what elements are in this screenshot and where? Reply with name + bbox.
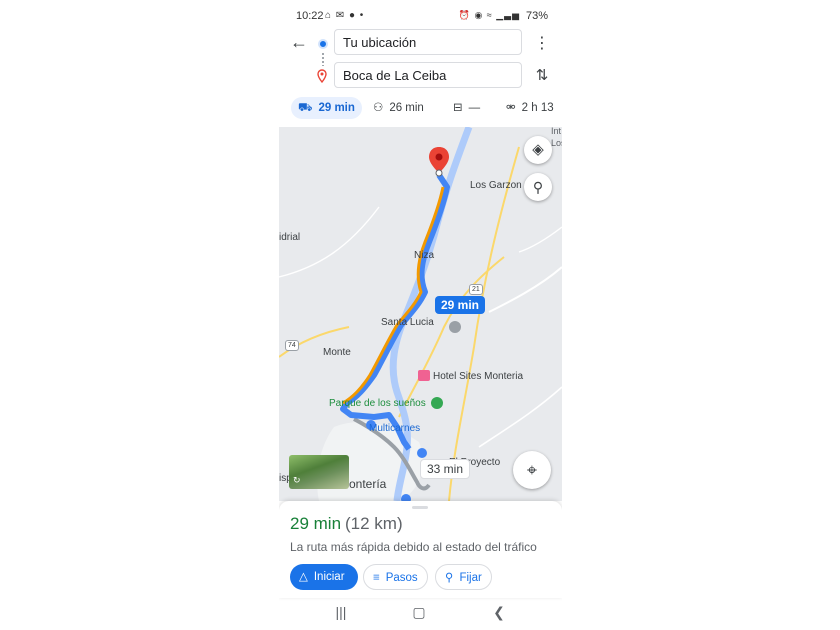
mode-tab-motorcycle[interactable]: ⚇ 26 min <box>366 97 431 119</box>
swap-icon[interactable]: ⇅ <box>534 66 550 84</box>
recent-apps-icon[interactable]: ||| <box>329 604 353 620</box>
phone-screen: 10:22 ⌂ ✉ ● • ⏰ ◉ ≈ ▁▃▅ 73% ← Tu ubicaci… <box>279 0 562 630</box>
route-distance: (12 km) <box>345 514 403 533</box>
steps-button[interactable]: ≡ Pasos <box>363 564 428 590</box>
map-label-niza: Niza <box>414 250 435 261</box>
layers-icon[interactable]: ◈ <box>524 136 552 164</box>
destination-pin-icon <box>317 69 327 83</box>
walk-icon: ⚮ <box>506 102 516 114</box>
mode-tab-car[interactable]: ⛟ 29 min <box>291 97 362 119</box>
travel-mode-tabs: ⛟ 29 min ⚇ 26 min ⊟ — ⚮ 2 h 13 <box>279 97 562 121</box>
map-label-monte: Monte <box>323 347 351 358</box>
battery-level: 73% <box>525 10 548 22</box>
pin-icon: ⚲ <box>445 572 454 584</box>
mode-tab-transit[interactable]: ⊟ — <box>446 97 487 119</box>
map-label-santa-lucia: Santa Lucia <box>381 317 434 328</box>
list-icon: ≡ <box>373 572 380 584</box>
start-button[interactable]: △ Iniciar <box>290 564 358 590</box>
pin-label: Fijar <box>459 572 482 584</box>
navigation-arrow-icon: △ <box>299 571 308 583</box>
route-summary-sheet: 29 min (12 km) La ruta más rápida debido… <box>279 501 562 598</box>
map-view[interactable]: Int Los Los Garzon idrial Niza 21 Santa … <box>279 127 562 501</box>
mode-transit-label: — <box>468 102 481 114</box>
route-description: La ruta más rápida debido al estado del … <box>290 540 537 554</box>
mode-tab-walk[interactable]: ⚮ 2 h 13 <box>499 97 561 119</box>
route-connector <box>322 52 324 66</box>
map-label-edge-int: Int <box>551 127 562 136</box>
street-view-icon: ↻ <box>293 475 301 485</box>
origin-dot-icon <box>318 39 328 49</box>
status-bar: 10:22 ⌂ ✉ ● • ⏰ ◉ ≈ ▁▃▅ 73% <box>279 6 562 26</box>
sheet-drag-handle[interactable] <box>412 506 428 509</box>
motorcycle-icon: ⚇ <box>373 102 384 114</box>
car-icon: ⛟ <box>298 102 313 114</box>
status-time: 10:22 <box>296 10 324 22</box>
mode-car-label: 29 min <box>318 102 355 114</box>
nav-back-icon[interactable]: ❮ <box>487 604 511 621</box>
map-label-multicarnes[interactable]: Multicarnes <box>369 423 420 434</box>
mode-walk-label: 2 h 13 <box>521 102 554 114</box>
street-view-thumbnail[interactable]: ↻ <box>289 455 349 489</box>
road-shield-74: 74 <box>285 340 299 351</box>
home-icon[interactable]: ▢ <box>407 604 431 621</box>
steps-label: Pasos <box>385 572 418 584</box>
more-options-icon[interactable]: ⋮ <box>534 33 550 53</box>
map-label-edge-los: Los <box>551 138 562 148</box>
start-label: Iniciar <box>313 571 345 583</box>
route-duration: 29 min <box>290 514 342 533</box>
map-label-vidrial: idrial <box>279 232 301 243</box>
origin-input[interactable]: Tu ubicación <box>334 29 522 55</box>
back-arrow-icon[interactable]: ← <box>289 32 309 52</box>
my-location-icon[interactable]: ⌖ <box>513 451 551 489</box>
search-icon[interactable]: ⚲ <box>524 173 552 201</box>
alt-route-duration-chip[interactable]: 33 min <box>420 459 471 479</box>
destination-input[interactable]: Boca de La Ceiba <box>334 62 522 88</box>
road-shield-21: 21 <box>469 284 483 295</box>
transit-icon: ⊟ <box>453 102 463 114</box>
notification-icons: ⌂ ✉ ● • <box>325 10 365 21</box>
system-icons: ⏰ ◉ ≈ ▁▃▅ <box>458 10 520 20</box>
map-label-hotel[interactable]: Hotel Sites Monteria <box>433 371 523 382</box>
map-label-parque[interactable]: Parque de los sueños <box>329 398 426 409</box>
pin-button[interactable]: ⚲ Fijar <box>435 564 492 590</box>
map-label-los-garzon: Los Garzon <box>470 180 522 191</box>
mode-motorcycle-label: 26 min <box>389 102 424 114</box>
route-duration-chip[interactable]: 29 min <box>435 296 486 314</box>
system-nav-bar: ||| ▢ ❮ <box>279 598 562 630</box>
